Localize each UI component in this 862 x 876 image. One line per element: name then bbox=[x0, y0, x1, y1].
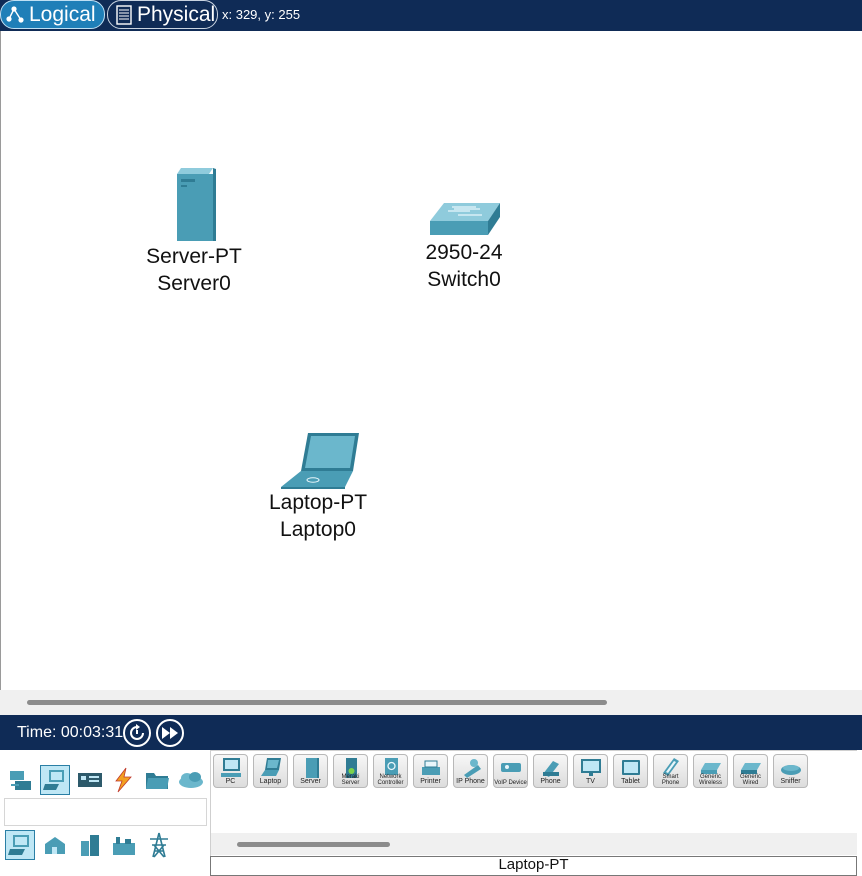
palette-item-tv[interactable]: TV bbox=[573, 754, 608, 788]
device-model-label: Laptop-PT bbox=[268, 491, 368, 514]
tv-icon bbox=[581, 759, 601, 776]
palette-item-meraki-server[interactable]: Meraki Server bbox=[333, 754, 368, 788]
device-model-label: Server-PT bbox=[146, 245, 242, 268]
device-name-label: Server0 bbox=[157, 272, 231, 295]
server-icon bbox=[177, 168, 216, 241]
device-name-label: Laptop0 bbox=[280, 518, 356, 541]
device-switch0[interactable]: 2950-24 Switch0 bbox=[398, 199, 530, 293]
sniffer-icon bbox=[781, 765, 801, 775]
palette-item-phone[interactable]: Phone bbox=[533, 754, 568, 788]
palette-item-label: Generic Wired bbox=[739, 774, 761, 786]
server-icon bbox=[306, 758, 319, 778]
palette-item-pc[interactable]: PC bbox=[213, 754, 248, 788]
device-type-list: PC Laptop Server Meraki Server Network C… bbox=[211, 750, 857, 834]
palette-item-tablet[interactable]: Tablet bbox=[613, 754, 648, 788]
device-laptop0[interactable]: Laptop-PT Laptop0 bbox=[253, 431, 383, 543]
palette-item-label: PC bbox=[225, 778, 236, 785]
subcategory-industrial[interactable] bbox=[109, 830, 139, 860]
tablet-icon bbox=[622, 760, 640, 775]
cursor-coordinates: x: 329, y: 255 bbox=[222, 7, 301, 22]
network-devices-icon bbox=[10, 771, 31, 790]
laptop-icon bbox=[261, 758, 281, 776]
palette-item-label: Tablet bbox=[621, 778, 640, 785]
palette-item-voip-device[interactable]: VoIP Device bbox=[493, 754, 528, 788]
ip-phone-icon bbox=[464, 759, 481, 778]
palette-item-label: Sniffer bbox=[780, 778, 801, 785]
subcategory-end-devices[interactable] bbox=[5, 830, 35, 860]
palette-item-label: Smart Phone bbox=[661, 774, 680, 786]
fast-forward-icon bbox=[162, 727, 178, 739]
subcategory-home[interactable] bbox=[40, 830, 70, 860]
power-cycle-icon bbox=[130, 724, 144, 740]
palette-item-laptop[interactable]: Laptop bbox=[253, 754, 288, 788]
voip-device-icon bbox=[501, 763, 521, 772]
subcategory-power-grid[interactable] bbox=[144, 830, 174, 860]
printer-icon bbox=[422, 760, 440, 775]
scrollbar-thumb[interactable] bbox=[237, 842, 390, 847]
palette-item-label: Printer bbox=[420, 778, 441, 785]
device-model-label: 2950-24 bbox=[425, 241, 503, 264]
category-connections[interactable] bbox=[108, 765, 138, 795]
palette-item-label: Network Controller bbox=[377, 774, 404, 786]
subcategory-smart-city[interactable] bbox=[75, 830, 105, 860]
palette-item-sniffer[interactable]: Sniffer bbox=[773, 754, 808, 788]
palette-item-label: Meraki Server bbox=[341, 774, 360, 786]
palette-item-ip-phone[interactable]: IP Phone bbox=[453, 754, 488, 788]
buildings-icon bbox=[81, 835, 99, 856]
device-palette: PC Laptop Server Meraki Server Network C… bbox=[0, 750, 862, 876]
tab-physical-label: Physical bbox=[137, 2, 216, 26]
cloud-icon bbox=[179, 772, 203, 788]
device-category-panel bbox=[0, 750, 211, 871]
palette-item-label: Phone bbox=[540, 778, 561, 785]
category-multiuser[interactable] bbox=[176, 765, 206, 795]
fast-forward-button[interactable] bbox=[156, 719, 184, 747]
category-network-devices[interactable] bbox=[5, 765, 35, 795]
palette-item-label: TV bbox=[586, 778, 595, 785]
workspace-horizontal-scrollbar[interactable] bbox=[0, 690, 862, 715]
home-icon bbox=[45, 837, 65, 854]
scrollbar-thumb[interactable] bbox=[27, 700, 607, 705]
palette-item-server[interactable]: Server bbox=[293, 754, 328, 788]
device-name-label: Switch0 bbox=[427, 268, 501, 291]
switch-icon bbox=[430, 203, 500, 235]
power-cycle-button[interactable] bbox=[123, 719, 151, 747]
palette-horizontal-scrollbar[interactable] bbox=[211, 833, 857, 855]
palette-item-label: Server bbox=[300, 778, 321, 785]
palette-item-network-controller[interactable]: Network Controller bbox=[373, 754, 408, 788]
logical-workspace[interactable]: Server-PT Server0 2950-24 Switch0 Laptop… bbox=[0, 31, 862, 690]
time-bar: Time: 00:03:31 bbox=[0, 715, 862, 750]
palette-item-printer[interactable]: Printer bbox=[413, 754, 448, 788]
power-tower-icon bbox=[150, 832, 168, 858]
palette-item-generic-wired[interactable]: Generic Wired bbox=[733, 754, 768, 788]
palette-item-generic-wireless[interactable]: Generic Wireless bbox=[693, 754, 728, 788]
factory-icon bbox=[113, 837, 135, 855]
folder-icon bbox=[146, 773, 169, 789]
pc-icon bbox=[8, 835, 29, 855]
simulation-time: Time: 00:03:31 bbox=[17, 724, 124, 741]
laptop-icon bbox=[281, 433, 359, 489]
palette-item-label: IP Phone bbox=[456, 778, 485, 785]
top-bar: Logical Physical x: 329, y: 255 bbox=[0, 0, 862, 31]
selected-device-model: Laptop-PT bbox=[210, 856, 857, 876]
tab-logical[interactable]: Logical bbox=[0, 0, 105, 29]
lightning-icon bbox=[115, 767, 132, 793]
end-devices-icon bbox=[43, 770, 64, 790]
palette-item-smart-phone[interactable]: Smart Phone bbox=[653, 754, 688, 788]
components-icon bbox=[78, 773, 102, 787]
palette-item-label: VoIP Device bbox=[494, 780, 527, 786]
category-components[interactable] bbox=[75, 765, 105, 795]
tab-physical[interactable]: Physical bbox=[107, 0, 218, 29]
rack-icon bbox=[113, 4, 135, 26]
network-nodes-icon bbox=[5, 4, 27, 26]
category-end-devices[interactable] bbox=[40, 765, 70, 795]
pc-icon bbox=[221, 758, 241, 777]
subcategory-label-box bbox=[4, 798, 207, 826]
palette-item-label: Generic Wireless bbox=[698, 774, 722, 786]
tab-logical-label: Logical bbox=[29, 2, 96, 26]
phone-icon bbox=[543, 761, 559, 777]
palette-item-label: Laptop bbox=[259, 778, 282, 785]
category-miscellaneous[interactable] bbox=[142, 765, 172, 795]
device-server0[interactable]: Server-PT Server0 bbox=[129, 165, 259, 297]
